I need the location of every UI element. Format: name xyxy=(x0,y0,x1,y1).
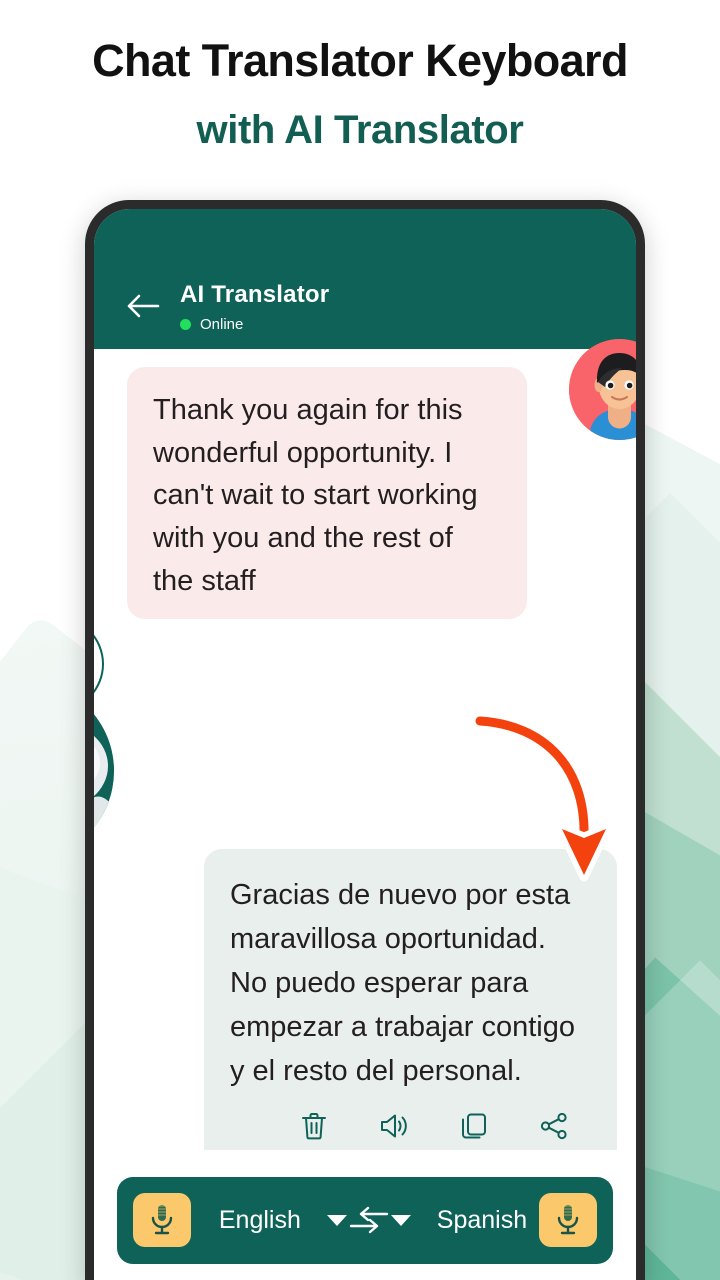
user-avatar-icon xyxy=(569,339,636,440)
chat-area: Thank you again for this wonderful oppor… xyxy=(94,339,636,1280)
translate-badge: A 文 xyxy=(94,616,104,712)
bot-mascot xyxy=(94,681,114,861)
headline-line-1: Chat Translator Keyboard xyxy=(92,35,628,86)
speak-button[interactable] xyxy=(375,1107,413,1145)
chat-status: Online xyxy=(180,316,329,333)
incoming-message-bubble[interactable]: Thank you again for this wonderful oppor… xyxy=(127,367,527,619)
robot-mascot-icon xyxy=(94,714,114,860)
app-bar-texts: AI Translator Online xyxy=(180,281,329,333)
swap-languages-button[interactable] xyxy=(347,1204,391,1236)
language-bar: English Spanish xyxy=(117,1176,613,1264)
outgoing-message-bubble[interactable]: Gracias de nuevo por esta maravillosa op… xyxy=(204,849,617,1168)
phone-screen: AI Translator Online Thank you again for… xyxy=(94,209,636,1280)
target-language-label[interactable]: Spanish xyxy=(437,1206,527,1235)
source-language-label[interactable]: English xyxy=(219,1206,301,1235)
incoming-message-text: Thank you again for this wonderful oppor… xyxy=(153,394,478,597)
share-button[interactable] xyxy=(535,1107,573,1145)
source-language-chevron-down-icon[interactable] xyxy=(326,1214,347,1226)
share-icon xyxy=(540,1113,567,1140)
copy-button[interactable] xyxy=(455,1107,493,1145)
chat-title: AI Translator xyxy=(180,281,330,308)
online-dot-icon xyxy=(180,319,191,330)
arrow-left-icon xyxy=(127,294,160,318)
back-button[interactable] xyxy=(120,283,166,329)
source-mic-button[interactable] xyxy=(133,1193,191,1247)
speaker-icon xyxy=(381,1114,407,1138)
copy-icon xyxy=(462,1113,486,1139)
status-label: Online xyxy=(200,316,244,333)
avatar xyxy=(569,339,636,440)
promo-screenshot: Chat Translator Keyboard with AI Transla… xyxy=(0,0,720,1280)
outgoing-message-text: Gracias de nuevo por esta maravillosa op… xyxy=(230,879,575,1088)
microphone-icon xyxy=(557,1205,579,1235)
message-actions xyxy=(230,1093,591,1153)
language-bar-container: English Spanish xyxy=(94,1150,636,1280)
headline-line-2: with AI Translator xyxy=(196,108,524,153)
target-language-chevron-down-icon[interactable] xyxy=(390,1214,411,1226)
microphone-icon xyxy=(151,1205,173,1235)
promo-headline: Chat Translator Keyboard with AI Transla… xyxy=(0,0,720,152)
delete-button[interactable] xyxy=(295,1107,333,1145)
trash-icon xyxy=(302,1113,326,1140)
swap-arrows-icon xyxy=(349,1206,389,1234)
phone-mockup: AI Translator Online Thank you again for… xyxy=(85,200,645,1280)
app-bar: AI Translator Online xyxy=(94,209,636,349)
target-mic-button[interactable] xyxy=(539,1193,598,1247)
